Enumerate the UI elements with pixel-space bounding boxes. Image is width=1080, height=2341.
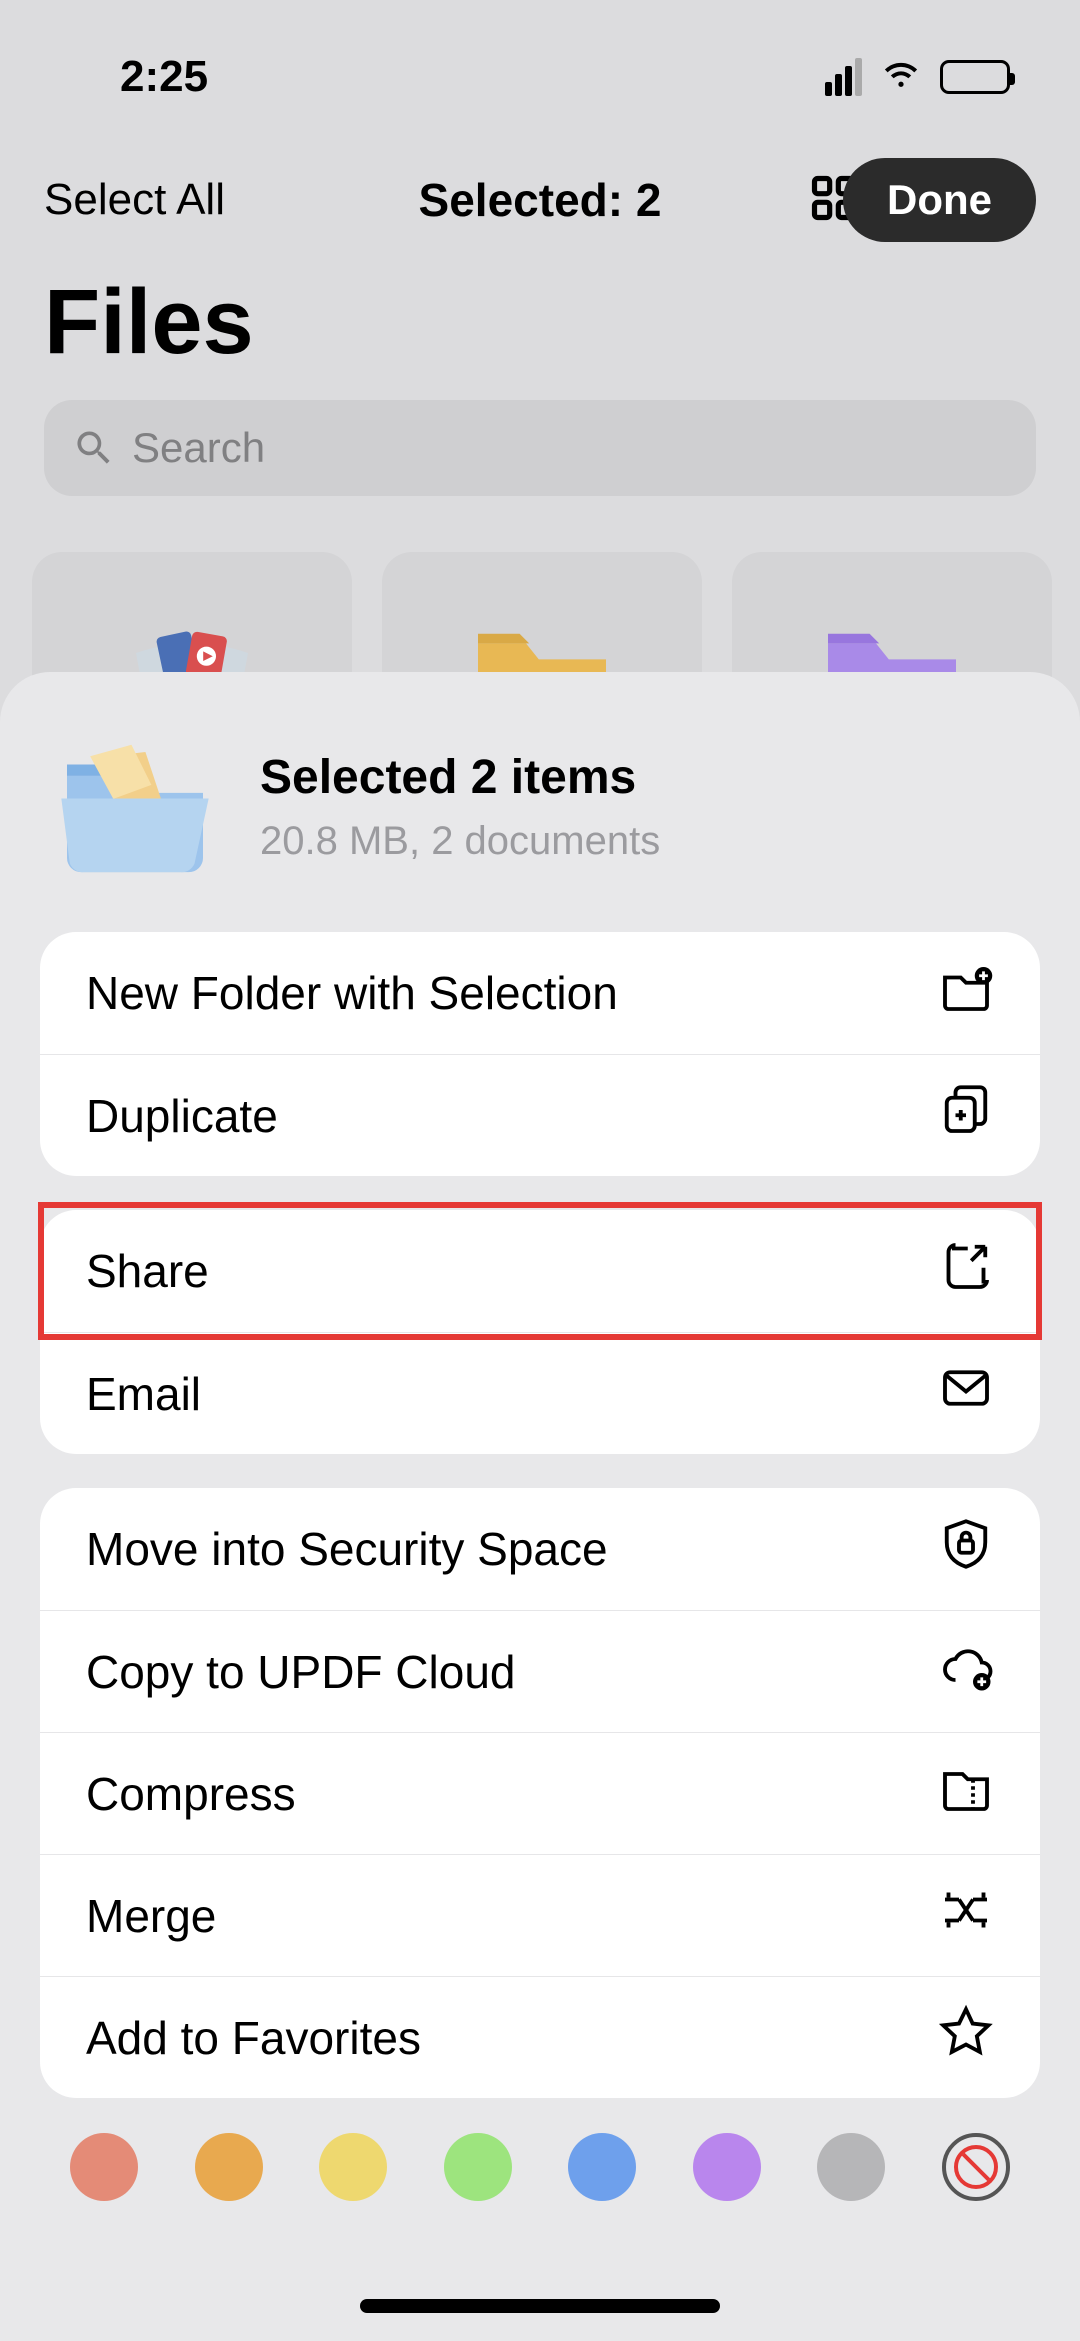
envelope-icon	[938, 1360, 994, 1427]
search-icon	[72, 426, 116, 470]
action-new-folder[interactable]: New Folder with Selection	[40, 932, 1040, 1054]
share-icon	[938, 1238, 994, 1305]
action-label: Compress	[86, 1767, 296, 1821]
action-email[interactable]: Email	[40, 1332, 1040, 1454]
action-share[interactable]: Share	[40, 1210, 1040, 1332]
color-tag-gray[interactable]	[817, 2133, 885, 2201]
action-label: Share	[86, 1244, 209, 1298]
shield-lock-icon	[938, 1516, 994, 1583]
folder-plus-icon	[938, 960, 994, 1027]
action-duplicate[interactable]: Duplicate	[40, 1054, 1040, 1176]
cloud-plus-icon	[938, 1638, 994, 1705]
action-label: Duplicate	[86, 1089, 278, 1143]
color-tag-yellow[interactable]	[319, 2133, 387, 2201]
selected-count: Selected: 2	[419, 173, 662, 227]
search-input[interactable]: Search	[44, 400, 1036, 496]
action-label: Add to Favorites	[86, 2011, 421, 2065]
action-group: Move into Security Space Copy to UPDF Cl…	[40, 1488, 1040, 2098]
merge-icon	[938, 1882, 994, 1949]
action-copy-cloud[interactable]: Copy to UPDF Cloud	[40, 1610, 1040, 1732]
action-label: Merge	[86, 1889, 216, 1943]
color-tag-orange[interactable]	[195, 2133, 263, 2201]
search-placeholder: Search	[132, 424, 265, 472]
action-compress[interactable]: Compress	[40, 1732, 1040, 1854]
nav-bar: Select All Selected: 2 Done	[0, 160, 1080, 240]
action-favorite[interactable]: Add to Favorites	[40, 1976, 1040, 2098]
clear-tag-button[interactable]	[942, 2133, 1010, 2201]
color-tag-purple[interactable]	[693, 2133, 761, 2201]
color-tag-blue[interactable]	[568, 2133, 636, 2201]
color-tag-row	[0, 2133, 1080, 2201]
page-title: Files	[44, 270, 254, 375]
battery-icon	[940, 60, 1010, 94]
sheet-title: Selected 2 items	[260, 750, 660, 805]
copy-plus-icon	[938, 1082, 994, 1149]
action-group: Share Email	[40, 1210, 1040, 1454]
home-indicator[interactable]	[360, 2299, 720, 2313]
status-time: 2:25	[120, 52, 208, 102]
done-button[interactable]: Done	[843, 158, 1036, 242]
action-label: Email	[86, 1367, 201, 1421]
sheet-subtitle: 20.8 MB, 2 documents	[260, 819, 660, 864]
action-label: Copy to UPDF Cloud	[86, 1645, 516, 1699]
select-all-button[interactable]: Select All	[44, 175, 225, 225]
status-right	[825, 51, 1010, 104]
star-icon	[938, 2004, 994, 2071]
action-label: New Folder with Selection	[86, 966, 618, 1020]
wifi-icon	[880, 51, 922, 104]
action-label: Move into Security Space	[86, 1522, 608, 1576]
color-tag-red[interactable]	[70, 2133, 138, 2201]
action-group: New Folder with Selection Duplicate	[40, 932, 1040, 1176]
folder-open-icon	[50, 732, 220, 882]
color-tag-green[interactable]	[444, 2133, 512, 2201]
action-security-space[interactable]: Move into Security Space	[40, 1488, 1040, 1610]
action-merge[interactable]: Merge	[40, 1854, 1040, 1976]
archive-icon	[938, 1760, 994, 1827]
cellular-signal-icon	[825, 58, 862, 96]
status-bar: 2:25	[0, 32, 1080, 122]
action-sheet: Selected 2 items 20.8 MB, 2 documents Ne…	[0, 672, 1080, 2341]
sheet-header: Selected 2 items 20.8 MB, 2 documents	[40, 712, 1040, 932]
